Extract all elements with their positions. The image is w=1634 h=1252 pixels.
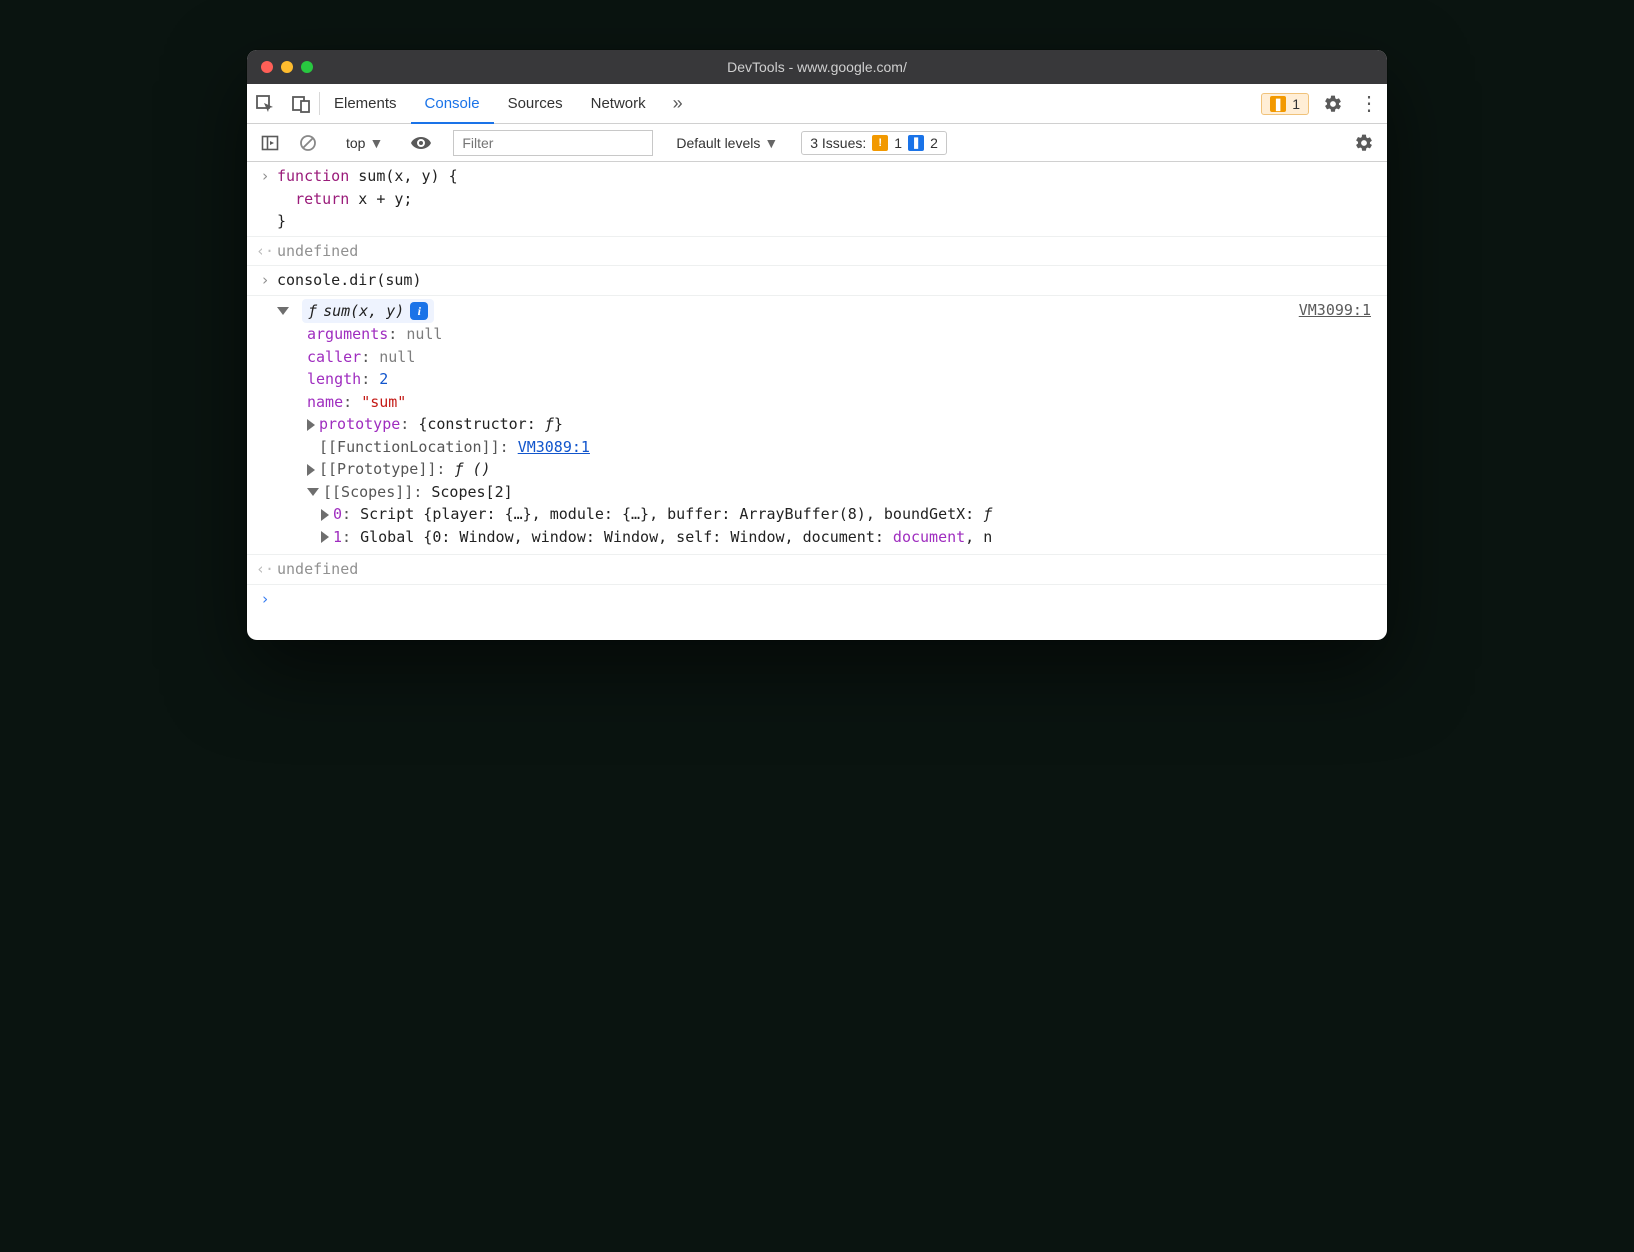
clear-console-icon[interactable] — [293, 134, 323, 152]
caret-right-icon — [321, 531, 329, 543]
prompt-icon: › — [253, 269, 277, 292]
messages-badge[interactable]: ❚ 1 — [1261, 93, 1309, 115]
output-icon: ‹· — [253, 558, 277, 581]
code-input[interactable]: console.dir(sum) — [277, 269, 1381, 292]
console-input-row: › function sum(x, y) { return x + y; } — [247, 162, 1387, 237]
output-value: undefined — [277, 240, 1381, 263]
caret-right-icon — [321, 509, 329, 521]
function-signature: sum(x, y) — [323, 300, 404, 323]
info-icon: ❚ — [908, 135, 924, 151]
device-toggle-icon[interactable] — [283, 84, 319, 123]
prompt-icon: › — [253, 588, 277, 611]
object-tree: arguments: null caller: null length: 2 n… — [277, 323, 1381, 548]
prop-scopes[interactable]: [[Scopes]]: Scopes[2] — [307, 481, 1381, 504]
prop-prototype-internal[interactable]: [[Prototype]]: ƒ () — [307, 458, 1381, 481]
info-icon[interactable]: i — [410, 302, 428, 320]
console-output-row: ‹· undefined — [247, 237, 1387, 267]
prop-name[interactable]: name: "sum" — [307, 391, 1381, 414]
console-output-row: ‹· undefined — [247, 555, 1387, 585]
issues-label: 3 Issues: — [810, 135, 866, 151]
code-input[interactable]: function sum(x, y) { return x + y; } — [277, 165, 1381, 233]
scope-1[interactable]: 1: Global {0: Window, window: Window, se… — [321, 526, 1381, 549]
console-object-row: VM3099:1 ƒ sum(x, y) i arguments: null c… — [247, 296, 1387, 556]
inspect-icon[interactable] — [247, 84, 283, 123]
context-selector[interactable]: top ▼ — [340, 135, 389, 151]
main-tabbar: Elements Console Sources Network » ❚ 1 ⋮ — [247, 84, 1387, 124]
traffic-lights — [261, 61, 313, 73]
console-settings-icon[interactable] — [1349, 133, 1379, 153]
more-icon[interactable]: ⋮ — [1351, 84, 1387, 123]
log-levels-selector[interactable]: Default levels ▼ — [670, 135, 784, 151]
source-link[interactable]: VM3099:1 — [1299, 299, 1371, 322]
warning-icon: ! — [872, 135, 888, 151]
context-label: top — [346, 135, 365, 151]
prompt-icon: › — [253, 165, 277, 233]
tab-sources[interactable]: Sources — [494, 84, 577, 123]
dropdown-icon: ▼ — [369, 135, 383, 151]
devtools-window: DevTools - www.google.com/ Elements Cons… — [247, 50, 1387, 640]
tab-console[interactable]: Console — [411, 84, 494, 124]
console-prompt-row[interactable]: › — [247, 585, 1387, 641]
console-log: › function sum(x, y) { return x + y; } ‹… — [247, 162, 1387, 640]
minimize-icon[interactable] — [281, 61, 293, 73]
messages-count: 1 — [1292, 96, 1300, 112]
scope-0[interactable]: 0: Script {player: {…}, module: {…}, buf… — [321, 503, 1381, 526]
tabs-overflow-icon[interactable]: » — [660, 84, 696, 123]
function-glyph-icon: ƒ — [308, 300, 317, 323]
maximize-icon[interactable] — [301, 61, 313, 73]
output-value: undefined — [277, 558, 1381, 581]
vm-link[interactable]: VM3089:1 — [518, 438, 590, 456]
tab-elements[interactable]: Elements — [320, 84, 411, 123]
object-header[interactable]: ƒ sum(x, y) i — [277, 299, 1381, 324]
prop-arguments[interactable]: arguments: null — [307, 323, 1381, 346]
filter-input[interactable] — [453, 130, 653, 156]
close-icon[interactable] — [261, 61, 273, 73]
settings-icon[interactable] — [1315, 84, 1351, 123]
issues-info-count: 2 — [930, 135, 938, 151]
levels-label: Default levels — [676, 135, 760, 151]
titlebar: DevTools - www.google.com/ — [247, 50, 1387, 84]
warning-icon: ❚ — [1270, 96, 1286, 112]
caret-down-icon — [307, 488, 319, 496]
dropdown-icon: ▼ — [764, 135, 778, 151]
console-prompt-input[interactable] — [277, 588, 1381, 611]
window-title: DevTools - www.google.com/ — [247, 59, 1387, 75]
prop-caller[interactable]: caller: null — [307, 346, 1381, 369]
issues-indicator[interactable]: 3 Issues: ! 1 ❚ 2 — [801, 131, 947, 155]
issues-warn-count: 1 — [894, 135, 902, 151]
live-expression-icon[interactable] — [406, 135, 436, 151]
output-icon: ‹· — [253, 240, 277, 263]
prop-prototype[interactable]: prototype: {constructor: ƒ} — [307, 413, 1381, 436]
console-input-row: › console.dir(sum) — [247, 266, 1387, 296]
caret-right-icon — [307, 464, 315, 476]
caret-right-icon — [307, 419, 315, 431]
caret-down-icon — [277, 307, 289, 315]
sidebar-toggle-icon[interactable] — [255, 134, 285, 152]
prop-function-location[interactable]: [[FunctionLocation]]: VM3089:1 — [307, 436, 1381, 459]
console-toolbar: top ▼ Default levels ▼ 3 Issues: ! 1 ❚ 2 — [247, 124, 1387, 162]
tab-network[interactable]: Network — [577, 84, 660, 123]
prop-length[interactable]: length: 2 — [307, 368, 1381, 391]
